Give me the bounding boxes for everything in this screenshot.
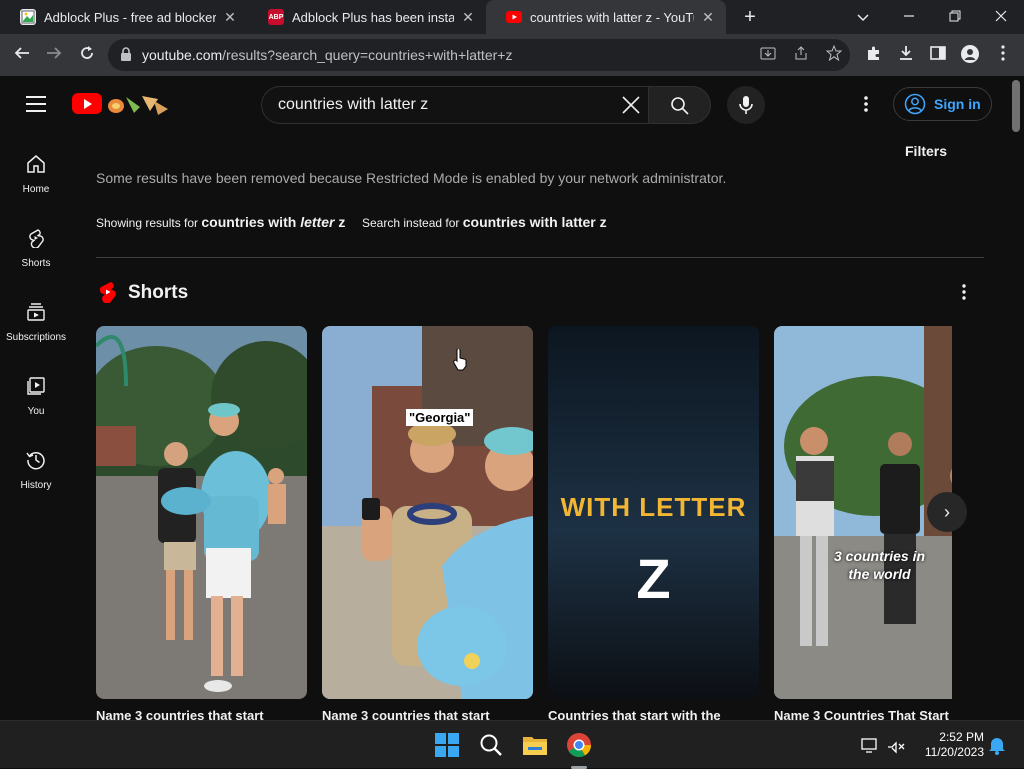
forward-arrow-icon[interactable] — [42, 43, 66, 67]
display-icon[interactable] — [860, 735, 880, 755]
shorts-logo-icon — [98, 281, 118, 308]
voice-search-button[interactable] — [727, 86, 765, 124]
tab-adblock-plus[interactable]: Adblock Plus - free ad blocker ✕ — [0, 0, 248, 34]
short-thumbnail[interactable] — [96, 326, 307, 699]
showing-prefix: Showing results for — [96, 216, 199, 230]
home-icon — [27, 155, 45, 173]
account-icon — [904, 93, 926, 115]
subscriptions-icon — [27, 303, 45, 321]
sidebar-item-label: Home — [22, 184, 50, 195]
search-query-text: countries with latter z — [278, 96, 429, 113]
sidebar-item-history[interactable]: History — [0, 428, 72, 498]
shorts-heading: Shorts — [128, 282, 189, 303]
spelling-correction: Showing results for countries with lette… — [96, 214, 607, 230]
youtube-icon — [506, 9, 522, 25]
sidebar-item-home[interactable]: Home — [0, 132, 72, 202]
downloads-icon[interactable] — [896, 45, 916, 65]
youtube-logo[interactable] — [72, 93, 102, 114]
browser-toolbar: youtube.com/results?search_query=countri… — [0, 34, 1024, 76]
tab-close-icon[interactable]: ✕ — [700, 9, 716, 25]
hand-cursor-icon — [453, 349, 467, 371]
short-thumbnail[interactable]: WITH LETTER Z — [548, 326, 759, 699]
new-tab-button[interactable]: + — [738, 5, 762, 29]
tab-title: Adblock Plus - free ad blocker — [44, 9, 216, 25]
you-icon — [27, 377, 45, 395]
browser-menu-icon[interactable] — [993, 45, 1013, 65]
sidebar-item-label: You — [27, 406, 45, 417]
back-arrow-icon[interactable] — [10, 43, 34, 67]
filters-button[interactable]: Filters — [905, 143, 947, 159]
sidebar-item-subscriptions[interactable]: Subscriptions — [0, 280, 72, 350]
restricted-mode-notice: Some results have been removed because R… — [96, 170, 727, 186]
clock-date: 11/20/2023 — [924, 745, 984, 759]
youtube-header: countries with latter z Sign in — [0, 76, 1024, 132]
tab-search-chevron-icon[interactable] — [851, 5, 875, 29]
divider — [96, 257, 984, 258]
gallery-icon — [20, 9, 36, 25]
sidebar-item-label: History — [20, 480, 52, 491]
profile-avatar-icon[interactable] — [960, 45, 980, 65]
sidebar-item-shorts[interactable]: Shorts — [0, 206, 72, 276]
url-text: youtube.com/results?search_query=countri… — [142, 47, 513, 63]
short-overlay-caption: WITH LETTER — [560, 492, 747, 522]
tab-title: countries with latter z - YouTube — [530, 9, 694, 25]
file-explorer-icon[interactable] — [520, 730, 550, 760]
taskbar-search-icon[interactable] — [476, 730, 506, 760]
search-input[interactable]: countries with latter z — [261, 86, 649, 124]
chrome-icon[interactable] — [564, 730, 594, 769]
tab-title: Adblock Plus has been installed! — [292, 9, 454, 25]
short-overlay-letter: Z — [636, 547, 671, 610]
address-bar[interactable]: youtube.com/results?search_query=countri… — [108, 39, 850, 71]
short-thumbnail[interactable]: 3 countries in the world — [774, 326, 952, 699]
original-query-link[interactable]: countries with latter z — [463, 214, 607, 230]
history-icon — [26, 451, 45, 470]
clock-time: 2:52 PM — [939, 730, 984, 744]
minimize-button[interactable] — [897, 5, 921, 29]
tab-close-icon[interactable]: ✕ — [460, 9, 476, 25]
short-overlay-caption: "Georgia" — [406, 409, 474, 426]
network-muted-icon[interactable] — [886, 735, 906, 755]
extensions-puzzle-icon[interactable] — [864, 45, 884, 65]
tab-youtube[interactable]: countries with latter z - YouTube ✕ — [486, 0, 726, 34]
side-panel-icon[interactable] — [928, 45, 948, 65]
system-clock[interactable]: 2:52 PM 11/20/2023 — [914, 730, 984, 760]
lock-icon[interactable] — [120, 47, 132, 66]
short-thumbnail[interactable]: "Georgia" — [322, 326, 533, 699]
restore-button[interactable] — [943, 5, 967, 29]
shorts-icon — [29, 229, 44, 248]
windows-start-icon[interactable] — [432, 730, 462, 760]
page-scrollbar[interactable] — [1012, 80, 1020, 132]
menu-hamburger-icon[interactable] — [26, 96, 46, 112]
short-overlay-caption: 3 countries in the world — [833, 548, 926, 582]
bookmark-star-icon[interactable] — [824, 44, 844, 65]
shorts-more-options-icon[interactable] — [955, 283, 973, 301]
instead-prefix: Search instead for — [362, 216, 460, 230]
tab-close-icon[interactable]: ✕ — [222, 9, 238, 25]
share-icon[interactable] — [791, 45, 811, 65]
sign-in-button[interactable]: Sign in — [893, 87, 992, 121]
close-window-button[interactable] — [989, 5, 1013, 29]
clear-search-icon[interactable] — [621, 95, 641, 115]
sidebar-item-you[interactable]: You — [0, 354, 72, 424]
microphone-icon — [739, 96, 753, 114]
shorts-next-chevron-icon[interactable]: › — [927, 492, 967, 532]
browser-tab-strip: Adblock Plus - free ad blocker ✕ ABP Adb… — [0, 0, 1024, 34]
sidebar-item-label: Subscriptions — [5, 332, 67, 343]
search-button[interactable] — [648, 86, 711, 124]
search-icon — [671, 97, 689, 115]
short-card[interactable]: 3 countries in the world Name 3 Countries… — [774, 326, 952, 726]
corrected-query-link[interactable]: countries with letter z — [201, 214, 345, 230]
settings-kebab-icon[interactable] — [856, 94, 876, 114]
sidebar-item-label: Shorts — [21, 258, 51, 269]
sign-in-label: Sign in — [934, 96, 981, 112]
doodle-icon[interactable] — [106, 91, 172, 117]
reload-icon[interactable] — [75, 43, 99, 67]
tab-abp-installed[interactable]: ABP Adblock Plus has been installed! ✕ — [248, 0, 486, 34]
notification-bell-icon[interactable] — [988, 735, 1008, 755]
install-app-icon[interactable] — [758, 45, 778, 65]
abp-icon: ABP — [268, 9, 284, 25]
taskbar: 2:52 PM 11/20/2023 — [0, 720, 1024, 769]
